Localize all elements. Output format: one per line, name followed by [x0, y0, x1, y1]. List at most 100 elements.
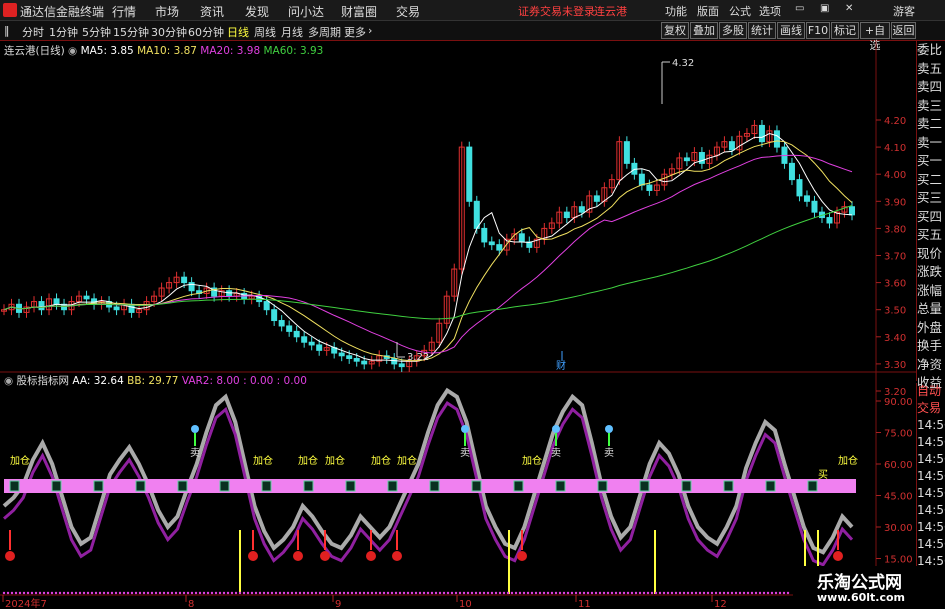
buy-dot-icon: [248, 551, 258, 561]
signal-cell: [723, 480, 734, 492]
watermark-title: 乐淘公式网: [817, 573, 902, 593]
price-tick-label: 3.30: [884, 360, 906, 371]
baseline-dot: [586, 591, 590, 595]
side-panel-item[interactable]: 卖二: [917, 115, 945, 134]
baseline-dot: [306, 591, 310, 595]
date-axis: 2024年7 8 9 10 11 12: [2, 595, 727, 609]
date-tick-label: 8: [188, 599, 194, 609]
buy-dot-icon: [366, 551, 376, 561]
baseline-dot: [658, 591, 662, 595]
candle-body: [728, 141, 735, 151]
baseline-dot: [170, 591, 174, 595]
buy-dot-icon: [320, 551, 330, 561]
baseline-dot: [198, 591, 202, 595]
baseline-dot: [458, 591, 462, 595]
side-panel-item[interactable]: 买二: [917, 171, 945, 190]
date-tick-label: 12: [714, 599, 727, 609]
baseline-dot: [518, 591, 522, 595]
baseline-dot: [218, 591, 222, 595]
side-panel-item[interactable]: 买四: [917, 208, 945, 227]
side-panel-item[interactable]: 卖一: [917, 134, 945, 153]
baseline-dot: [710, 591, 714, 595]
buy-dot-icon: [293, 551, 303, 561]
baseline-dot: [278, 591, 282, 595]
side-panel-item[interactable]: 外盘: [917, 319, 945, 338]
side-panel-item[interactable]: 卖四: [917, 78, 945, 97]
baseline-dot: [346, 591, 350, 595]
kline-chart[interactable]: 4.20 4.10 4.00 3.90 3.80 3.70 3.60 3.50 3.40 3.30…: [0, 0, 945, 609]
baseline-dot: [614, 591, 618, 595]
baseline-dot: [770, 591, 774, 595]
candle-body: [826, 217, 833, 224]
date-tick-label: 11: [578, 599, 591, 609]
side-panel-item[interactable]: 总量: [917, 300, 945, 319]
price-tick-label: 3.60: [884, 279, 906, 290]
baseline-dot: [150, 591, 154, 595]
baseline-dot: [530, 591, 534, 595]
baseline-dot: [238, 591, 242, 595]
side-panel-item[interactable]: 涨幅: [917, 282, 945, 301]
indicator-series: 加仓 加仓 加仓 加仓 加仓 加仓 加仓 加仓卖卖卖卖买: [2, 387, 858, 595]
signal-cell: [93, 480, 104, 492]
candle-body: [308, 341, 315, 346]
side-panel-item[interactable]: 买三: [917, 189, 945, 208]
baseline-dot: [54, 591, 58, 595]
sell-label: 卖: [551, 447, 561, 459]
baseline-dot: [134, 591, 138, 595]
signal-cell: [261, 480, 272, 492]
trade-panel-tab[interactable]: 自动: [917, 383, 945, 400]
price-tick-label: 3.90: [884, 197, 906, 208]
baseline-dot: [754, 591, 758, 595]
indicator-name[interactable]: 股标指标网: [17, 375, 70, 387]
indicator-settings-icon[interactable]: ◉: [4, 375, 13, 387]
baseline-dot: [402, 591, 406, 595]
baseline-dot: [682, 591, 686, 595]
side-panel-item[interactable]: 换手: [917, 337, 945, 356]
side-panel-item[interactable]: 委比: [917, 41, 945, 60]
settings-dot-icon[interactable]: ◉: [68, 45, 77, 57]
baseline-dot: [122, 591, 126, 595]
baseline-dot: [690, 591, 694, 595]
signal-cell: [303, 480, 314, 492]
candle-body: [181, 276, 188, 284]
baseline-dot: [514, 591, 518, 595]
indicator-tick-label: 60.00: [884, 460, 913, 471]
baseline-dot: [314, 591, 318, 595]
watermark-url: www.60lt.com: [817, 591, 906, 604]
baseline-dot: [26, 591, 30, 595]
trade-panel-tab[interactable]: 交易: [917, 400, 945, 417]
baseline-dot: [634, 591, 638, 595]
baseline-dot: [626, 591, 630, 595]
baseline-dot: [274, 591, 278, 595]
side-panel-item[interactable]: 涨跌: [917, 263, 945, 282]
candle-body: [83, 295, 90, 300]
side-panel-item[interactable]: 卖五: [917, 60, 945, 79]
baseline-dot: [714, 591, 718, 595]
sell-dot-icon: [461, 425, 469, 433]
baseline-dot: [62, 591, 66, 595]
finance-marker[interactable]: 财: [556, 359, 566, 372]
baseline-dot: [718, 591, 722, 595]
buy-dot-icon: [517, 551, 527, 561]
candle-body: [593, 195, 600, 202]
baseline-dot: [18, 591, 22, 595]
side-panel-item[interactable]: 买一: [917, 152, 945, 171]
add-position-label: 加仓: [397, 454, 417, 467]
signal-cell: [51, 480, 62, 492]
baseline-dot: [654, 591, 658, 595]
baseline-dot: [78, 591, 82, 595]
baseline-dot: [362, 591, 366, 595]
side-panel-item[interactable]: 净资: [917, 356, 945, 375]
side-panel-item[interactable]: 卖三: [917, 97, 945, 116]
side-panel-item[interactable]: 买五: [917, 226, 945, 245]
baseline-dot: [522, 591, 526, 595]
signal-cell: [177, 480, 188, 492]
baseline-dot: [6, 591, 10, 595]
sell-dot-icon: [605, 425, 613, 433]
add-position-label: 加仓: [253, 454, 273, 467]
candle-body: [811, 200, 818, 213]
baseline-dot: [226, 591, 230, 595]
candle-body: [803, 195, 810, 202]
candle-body: [849, 206, 855, 216]
side-panel-item[interactable]: 现价: [917, 245, 945, 264]
